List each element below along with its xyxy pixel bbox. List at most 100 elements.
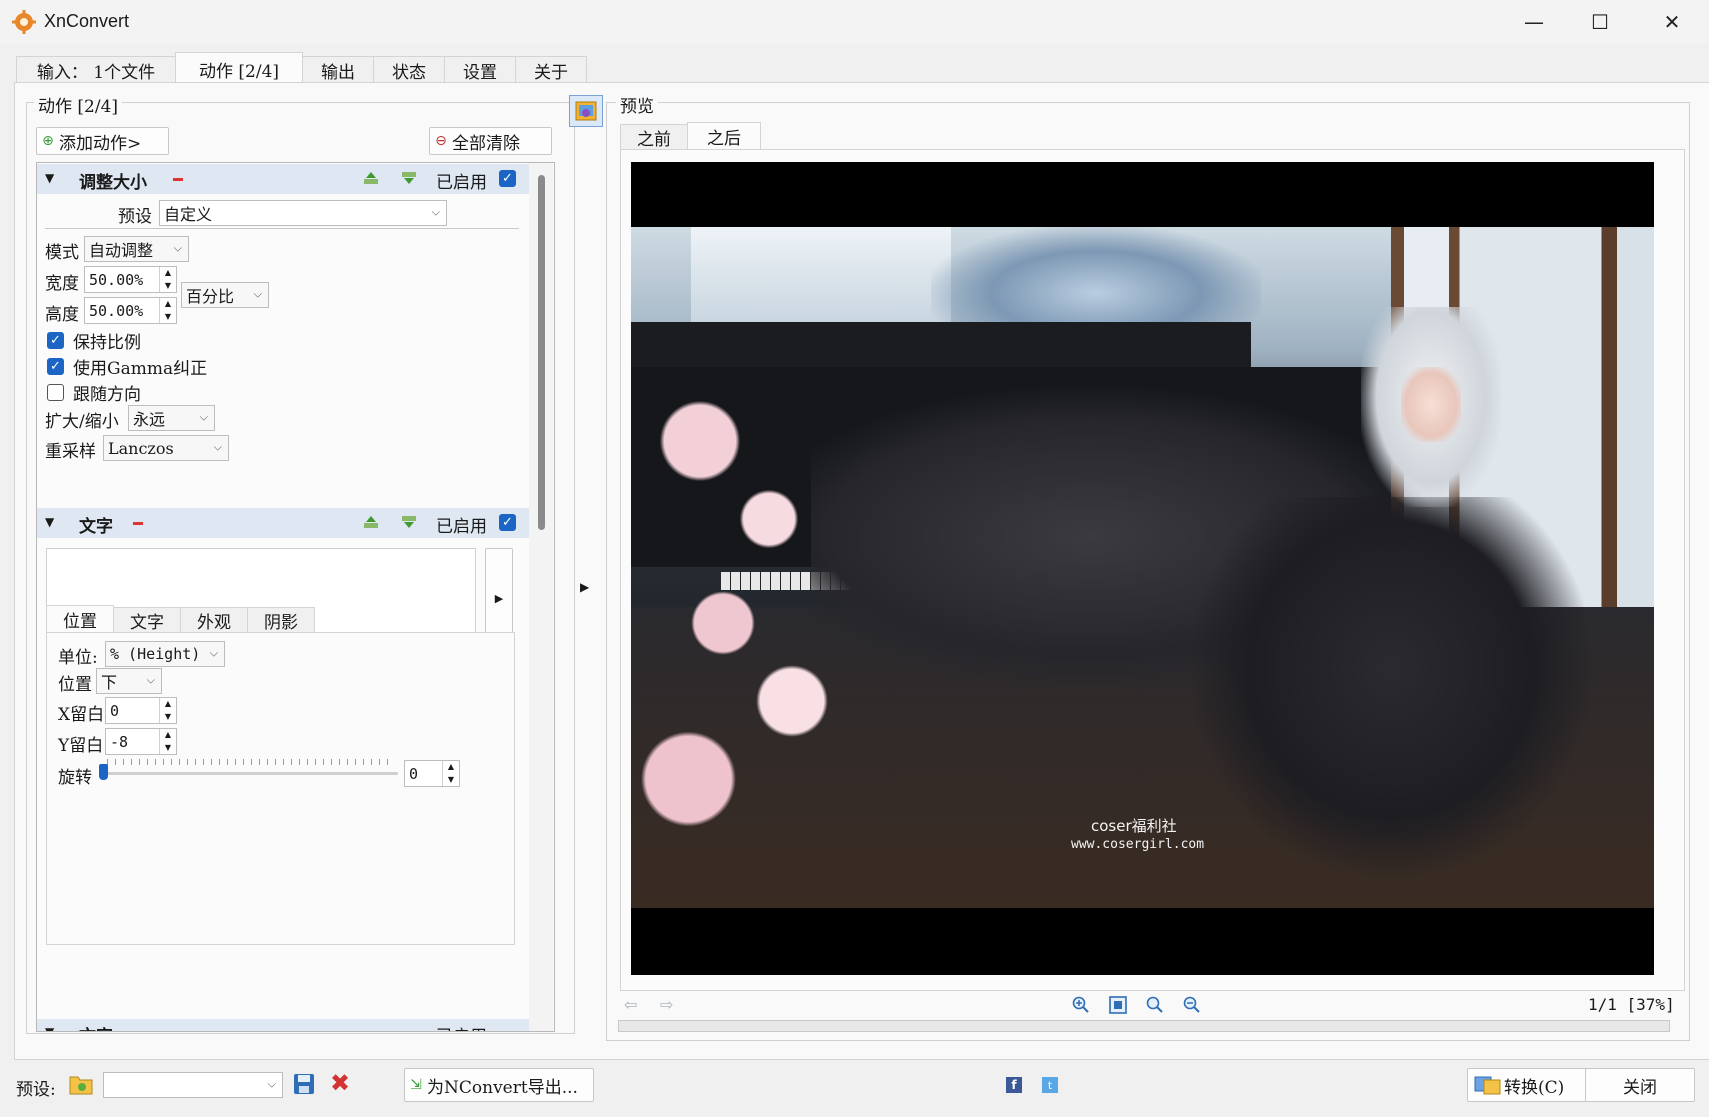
rotate-slider-track[interactable]: [103, 772, 398, 775]
resize-enabled-checkbox[interactable]: ✓: [499, 170, 516, 187]
y-margin-spinbox[interactable]: -8 ▲ ▼: [105, 728, 177, 755]
text-enabled-checkbox[interactable]: ✓: [499, 514, 516, 531]
text-title: 文字: [79, 517, 113, 537]
keep-ratio-checkbox[interactable]: ✓: [47, 332, 64, 349]
twitter-icon[interactable]: t: [1042, 1077, 1058, 1093]
use-gamma-checkbox[interactable]: ✓: [47, 358, 64, 375]
enlarge-value: 永远: [133, 410, 166, 429]
size-unit-dropdown[interactable]: 百分比 ⌵: [181, 282, 269, 308]
actions-scrollbar-thumb[interactable]: [538, 175, 545, 530]
resample-dropdown[interactable]: Lanczos ⌵: [103, 435, 229, 461]
x-margin-label: X留白: [58, 705, 105, 725]
preview-tab-before[interactable]: 之前: [620, 124, 688, 150]
previous-icon[interactable]: ⇦: [624, 995, 637, 1014]
spin-buttons[interactable]: ▲ ▼: [159, 698, 176, 723]
actions-list: ▼ 调整大小 已启用 ✓ 预设 自定义 ⌵ 模式 自动调整 ⌵ 宽度 50.00…: [36, 162, 555, 1032]
tab-status[interactable]: 状态: [373, 56, 445, 83]
move-up-icon[interactable]: [363, 171, 379, 185]
height-spinbox[interactable]: 50.00% ▲ ▼: [84, 297, 177, 324]
follow-orientation-checkbox[interactable]: [47, 384, 64, 401]
remove-action-icon[interactable]: [173, 178, 183, 181]
tab-output[interactable]: 输出: [302, 56, 374, 83]
preview-toggle-button[interactable]: [569, 95, 603, 127]
chevron-down-icon: ⌵: [267, 1077, 276, 1091]
export-nconvert-label: 为NConvert导出...: [427, 1077, 578, 1098]
collapse-arrow-icon[interactable]: ▼: [45, 1025, 54, 1031]
close-window-button[interactable]: ✕: [1636, 0, 1708, 44]
tab-settings[interactable]: 设置: [444, 56, 516, 83]
add-action-button[interactable]: ⊕ 添加动作>: [36, 127, 169, 155]
width-spinbox[interactable]: 50.00% ▲ ▼: [84, 266, 177, 293]
remove-action-icon[interactable]: [133, 522, 143, 525]
watermark-line-1: coser福利社: [1091, 817, 1177, 835]
chevron-down-icon: ⌵: [146, 673, 155, 687]
x-margin-spinbox[interactable]: 0 ▲ ▼: [105, 697, 177, 724]
enlarge-dropdown[interactable]: 永远 ⌵: [128, 405, 215, 431]
page-zoom-info: 1/1 [37%]: [1588, 995, 1675, 1014]
zoom-out-icon[interactable]: [1183, 996, 1201, 1014]
subtab-text[interactable]: 文字: [113, 607, 181, 633]
collapse-arrow-icon[interactable]: ▼: [45, 515, 54, 529]
spin-buttons[interactable]: ▲ ▼: [159, 267, 176, 292]
fit-to-window-icon[interactable]: [1109, 996, 1127, 1014]
preview-tab-after[interactable]: 之后: [687, 122, 761, 150]
mode-value: 自动调整: [89, 241, 154, 260]
photo-figure-face: [1401, 367, 1461, 442]
splitter-arrow-icon[interactable]: ▶: [580, 580, 589, 594]
position-value: 下: [101, 673, 118, 692]
resize-title: 调整大小: [79, 173, 147, 193]
unit-dropdown[interactable]: % (Height) ⌵: [105, 641, 225, 667]
text-enabled-label: 已启用: [436, 517, 487, 537]
open-folder-icon[interactable]: [69, 1073, 93, 1095]
clear-all-icon: ⊖: [435, 133, 447, 149]
spin-buttons[interactable]: ▲ ▼: [159, 298, 176, 323]
preview-horizontal-scrollbar[interactable]: [618, 1020, 1670, 1032]
convert-button[interactable]: 转换(C): [1467, 1068, 1592, 1102]
xnconvert-logo-icon: [12, 10, 36, 34]
size-unit-value: 百分比: [186, 287, 235, 306]
bottom-preset-dropdown[interactable]: ⌵: [103, 1072, 283, 1098]
move-down-icon[interactable]: [401, 171, 417, 185]
width-label: 宽度: [45, 274, 79, 294]
spin-buttons[interactable]: ▲ ▼: [159, 729, 176, 754]
move-down-icon[interactable]: [401, 515, 417, 529]
resample-label: 重采样: [45, 442, 96, 462]
tab-actions[interactable]: 动作 [2/4]: [175, 52, 303, 85]
y-margin-label: Y留白: [58, 736, 104, 756]
play-arrow-icon: ▶: [494, 591, 504, 605]
subtab-position[interactable]: 位置: [46, 605, 114, 633]
preset-dropdown[interactable]: 自定义 ⌵: [159, 200, 447, 226]
rotate-spinbox[interactable]: 0 ▲ ▼: [404, 760, 460, 787]
maximize-button[interactable]: ☐: [1564, 0, 1636, 44]
rotate-slider-handle[interactable]: [99, 764, 108, 780]
rotate-label: 旋转: [58, 768, 92, 788]
zoom-in-icon[interactable]: [1072, 996, 1090, 1014]
unit-value: % (Height): [110, 645, 201, 663]
tab-about[interactable]: 关于: [515, 56, 587, 83]
collapse-arrow-icon[interactable]: ▼: [45, 171, 54, 185]
text-2-enabled-label: 已启用: [436, 1022, 487, 1031]
subtab-shadow[interactable]: 阴影: [247, 607, 315, 633]
zoom-actual-icon[interactable]: [1146, 996, 1164, 1014]
delete-icon[interactable]: ✖: [330, 1069, 350, 1097]
chevron-down-icon: ⌵: [209, 646, 218, 660]
spin-buttons[interactable]: ▲ ▼: [442, 761, 459, 786]
position-dropdown[interactable]: 下 ⌵: [96, 668, 162, 694]
clear-all-button[interactable]: ⊖ 全部清除: [429, 127, 552, 155]
subtab-appearance[interactable]: 外观: [180, 607, 248, 633]
export-nconvert-button[interactable]: ⇲ 为NConvert导出...: [404, 1068, 594, 1102]
resample-value: Lanczos: [108, 438, 174, 458]
resize-enabled-label: 已启用: [436, 173, 487, 193]
rotate-slider-ticks: [107, 759, 395, 765]
save-icon[interactable]: [293, 1073, 315, 1095]
facebook-icon[interactable]: f: [1006, 1077, 1022, 1093]
next-icon[interactable]: ⇨: [660, 995, 673, 1014]
chevron-down-icon: ⌵: [431, 205, 440, 219]
move-up-icon[interactable]: [363, 515, 379, 529]
mode-dropdown[interactable]: 自动调整 ⌵: [84, 236, 189, 262]
tab-input[interactable]: 输入： 1个文件: [16, 56, 176, 83]
minimize-button[interactable]: —: [1498, 0, 1570, 44]
chevron-down-icon: ⌵: [199, 410, 208, 424]
mode-label: 模式: [45, 243, 79, 263]
close-button[interactable]: 关闭: [1585, 1068, 1695, 1102]
